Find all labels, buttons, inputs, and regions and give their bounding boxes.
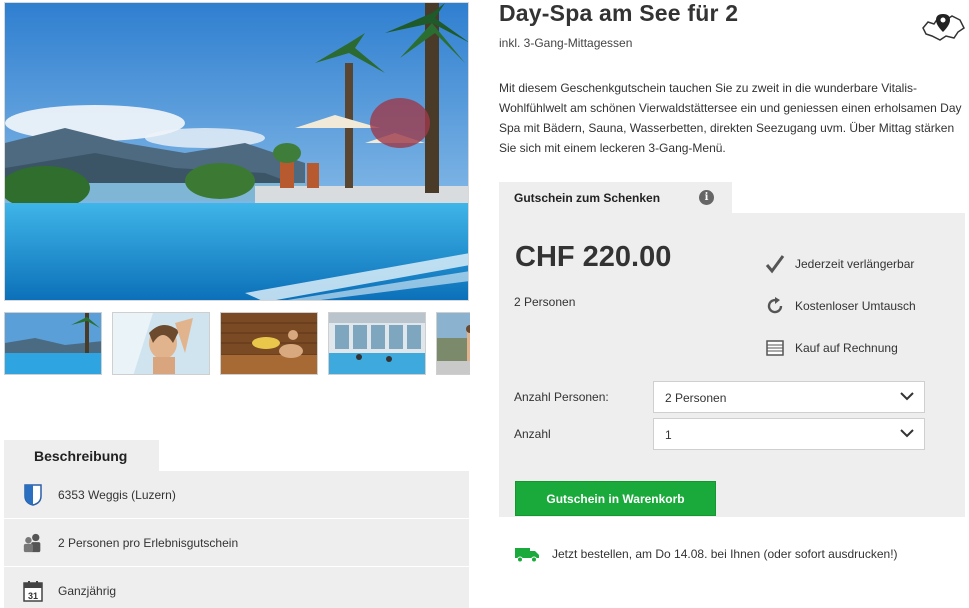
- availability-text: Ganzjährig: [58, 583, 117, 598]
- quantity-select[interactable]: 1: [653, 418, 925, 450]
- product-title: Day-Spa am See für 2: [499, 0, 739, 26]
- tab-beschreibung-label: Beschreibung: [34, 448, 128, 464]
- chevron-down-icon: [900, 429, 914, 438]
- feature-list: Jederzeit verlängerbar Kostenloser Umtau…: [764, 243, 916, 369]
- tab-beschreibung[interactable]: Beschreibung: [4, 440, 159, 471]
- description-list: 6353 Weggis (Luzern) 2 Personen pro Erle…: [4, 471, 469, 608]
- chevron-down-icon: [900, 392, 914, 401]
- price: CHF 220.00: [515, 241, 672, 273]
- thumbnail-sauna[interactable]: [220, 312, 318, 375]
- people-icon: [22, 532, 44, 554]
- delivery-text: Jetzt bestellen, am Do 14.08. bei Ihnen …: [552, 547, 898, 561]
- participants-text: 2 Personen pro Erlebnisgutschein: [58, 535, 239, 550]
- tab-gutschein-label: Gutschein zum Schenken: [514, 191, 661, 205]
- product-intro-text: Mit diesem Geschenkgutschein tauchen Sie…: [499, 81, 962, 155]
- pool-lake-photo: [5, 3, 468, 300]
- terrace-photo: [437, 313, 470, 374]
- voucher-card: CHF 220.00 2 Personen Jederzeit verlänge…: [499, 213, 965, 517]
- thumbnail-woman-shower[interactable]: [112, 312, 210, 375]
- sauna-photo: [221, 313, 317, 374]
- availability-row: 31 Ganzjährig: [4, 567, 469, 608]
- thumbnail-terrace[interactable]: [436, 312, 470, 375]
- feature-extendable: Jederzeit verlängerbar: [764, 243, 916, 285]
- delivery-info: Jetzt bestellen, am Do 14.08. bei Ihnen …: [514, 545, 898, 563]
- canton-shield-icon: [22, 483, 44, 506]
- persons-select-label: Anzahl Personen:: [514, 390, 609, 404]
- location-row: 6353 Weggis (Luzern): [4, 471, 469, 519]
- thumbnail-strip: [4, 312, 470, 376]
- feature-invoice-text: Kauf auf Rechnung: [795, 341, 898, 355]
- calendar-icon: 31: [22, 580, 44, 602]
- indoor-pool-photo: [329, 313, 425, 374]
- feature-exchange: Kostenloser Umtausch: [764, 285, 916, 327]
- add-to-cart-button[interactable]: Gutschein in Warenkorb: [515, 481, 716, 516]
- switzerland-map-pin-icon[interactable]: [920, 8, 966, 44]
- woman-shower-photo: [113, 313, 209, 374]
- thumbnail-indoor-pool[interactable]: [328, 312, 426, 375]
- quantity-select-label: Anzahl: [514, 427, 551, 441]
- location-text: 6353 Weggis (Luzern): [58, 487, 176, 502]
- feature-invoice: Kauf auf Rechnung: [764, 327, 916, 369]
- feature-exchange-text: Kostenloser Umtausch: [795, 299, 916, 313]
- tab-gutschein-zum-schenken[interactable]: Gutschein zum Schenken i: [499, 182, 732, 213]
- participants-row: 2 Personen pro Erlebnisgutschein: [4, 519, 469, 567]
- calendar-number: 31: [28, 591, 38, 601]
- refresh-icon: [764, 295, 786, 317]
- pool-photo: [5, 313, 101, 374]
- thumbnail-pool[interactable]: [4, 312, 102, 375]
- quantity-select-value: 1: [665, 428, 672, 442]
- feature-extendable-text: Jederzeit verlängerbar: [795, 257, 915, 271]
- persons-select-value: 2 Personen: [665, 391, 727, 405]
- checkmark-icon: [764, 253, 786, 275]
- product-subtitle: inkl. 3-Gang-Mittagessen: [499, 36, 633, 50]
- invoice-icon: [764, 337, 786, 359]
- persons-select[interactable]: 2 Personen: [653, 381, 925, 413]
- truck-icon: [514, 545, 540, 563]
- persons-label: 2 Personen: [514, 295, 576, 309]
- main-product-image[interactable]: [4, 2, 469, 301]
- info-icon[interactable]: i: [699, 190, 714, 205]
